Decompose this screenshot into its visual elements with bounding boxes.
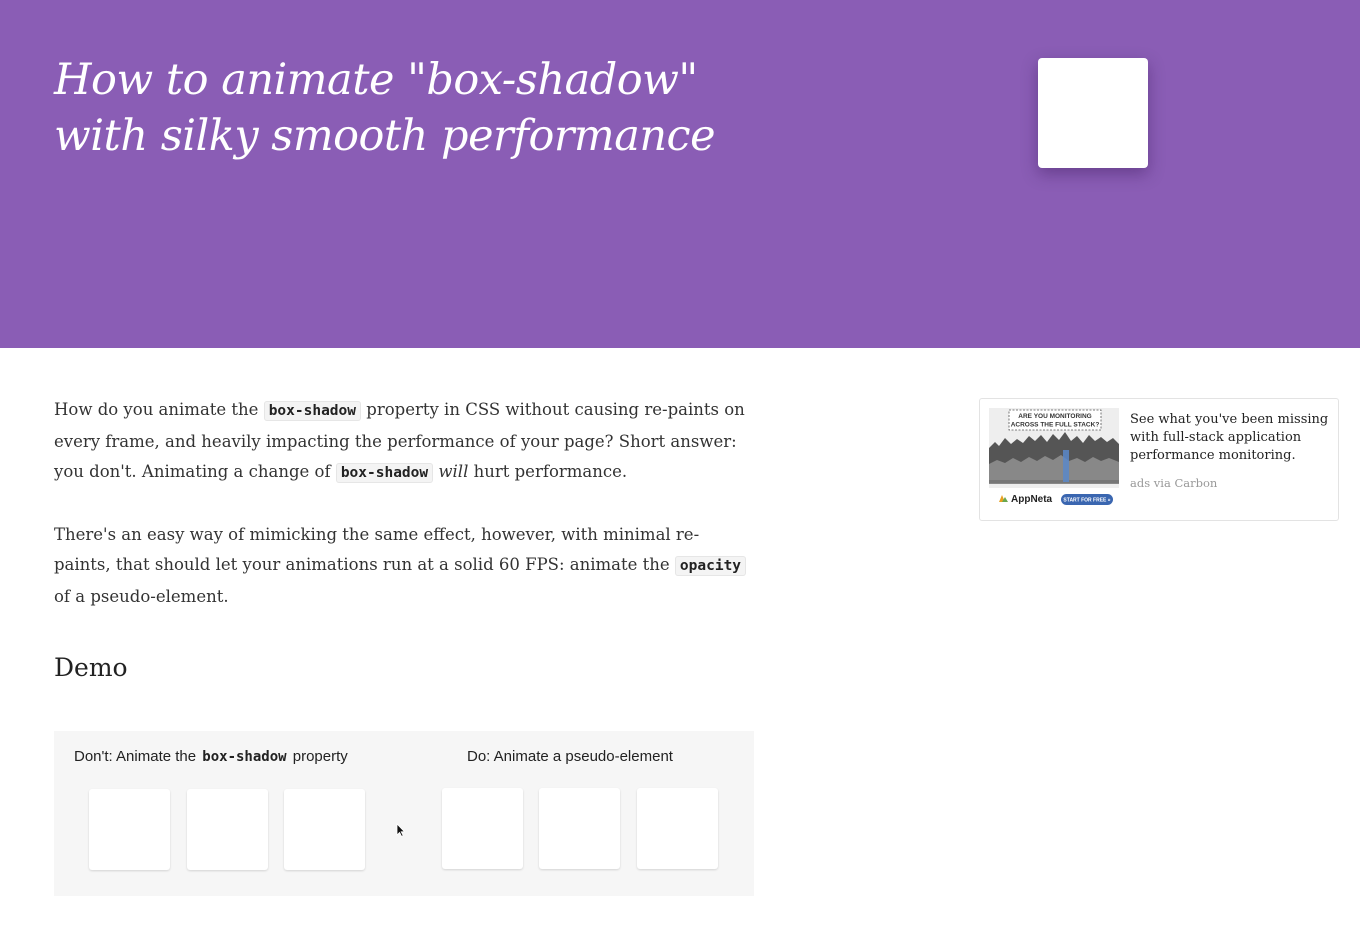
dont-label: Don't: Animate the box-shadow property <box>74 746 348 768</box>
emphasis-will: will <box>438 462 469 481</box>
inline-code-opacity: opacity <box>674 556 747 576</box>
inline-code-box-shadow: box-shadow <box>263 401 362 421</box>
page-title-line-1: How to animate "box-shadow" <box>54 55 698 105</box>
intro-paragraph-2: There's an easy way of mimicking the sam… <box>54 520 754 613</box>
carbon-ad[interactable]: ARE YOU MONITORING ACROSS THE FULL STACK… <box>979 398 1339 521</box>
do-demo-box-1[interactable] <box>442 788 523 869</box>
inline-code-box-shadow: box-shadow <box>335 463 434 483</box>
article-content: How do you animate the box-shadow proper… <box>54 395 754 643</box>
hero-shadow-demo-box[interactable] <box>1038 58 1148 168</box>
dont-label-text: Don't: Animate the <box>74 748 201 765</box>
demo-panel: Don't: Animate the box-shadow property D… <box>54 731 754 896</box>
ad-image-headline-1: ARE YOU MONITORING <box>1018 413 1091 420</box>
hero-banner: How to animate "box-shadow" with silky sm… <box>0 0 1360 348</box>
intro-paragraph-1: How do you animate the box-shadow proper… <box>54 395 754 489</box>
page-title: How to animate "box-shadow" with silky sm… <box>54 52 754 164</box>
ad-text-link[interactable]: See what you've been missing with full-s… <box>1130 411 1330 465</box>
ad-banner-image[interactable]: ARE YOU MONITORING ACROSS THE FULL STACK… <box>989 408 1119 508</box>
do-demo-box-2[interactable] <box>539 788 620 869</box>
ad-image-brand: AppNeta <box>1011 494 1053 505</box>
intro-text: of a pseudo-element. <box>54 586 229 606</box>
ad-via-carbon-link[interactable]: ads via Carbon <box>1130 475 1217 491</box>
do-label: Do: Animate a pseudo-element <box>467 748 673 765</box>
mouse-cursor-icon <box>396 823 406 837</box>
intro-text: hurt performance. <box>468 462 628 481</box>
ad-image-headline-2: ACROSS THE FULL STACK? <box>1011 422 1100 429</box>
ad-image-cta: START FOR FREE » <box>1063 498 1110 504</box>
demo-heading: Demo <box>54 653 128 682</box>
dont-label-text: property <box>288 748 348 765</box>
dont-label-code: box-shadow <box>202 749 287 765</box>
dont-demo-box-1[interactable] <box>89 789 170 870</box>
dont-demo-box-2[interactable] <box>187 789 268 870</box>
intro-text: There's an easy way of mimicking the sam… <box>54 524 700 575</box>
page-title-line-2: with silky smooth performance <box>54 111 716 161</box>
intro-text: How do you animate the <box>54 400 264 419</box>
dont-demo-box-3[interactable] <box>284 789 365 870</box>
do-demo-box-3[interactable] <box>637 788 718 869</box>
